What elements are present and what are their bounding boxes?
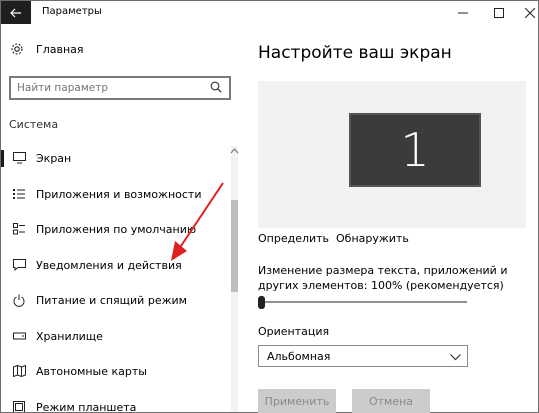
sidebar-home-label: Главная (36, 42, 84, 56)
sidebar-home[interactable]: Главная (10, 42, 84, 56)
monitor-number: 1 (400, 123, 430, 177)
sidebar-item-label: Приложения по умолчанию (36, 223, 197, 236)
storage-icon (12, 329, 26, 343)
orientation-select[interactable]: Альбомная (258, 345, 468, 367)
display-arrangement-area[interactable]: 1 (258, 81, 526, 228)
maximize-icon (494, 7, 504, 18)
sidebar-item-label: Автономные карты (36, 365, 147, 378)
window-title: Параметры (42, 6, 102, 17)
sidebar-item-label: Уведомления и действия (36, 259, 182, 272)
title-bar: Параметры (1, 1, 538, 24)
back-button[interactable] (1, 1, 31, 24)
sidebar-item-notifications[interactable]: Уведомления и действия (1, 255, 229, 277)
orientation-value: Альбомная (267, 350, 331, 363)
search-box[interactable] (9, 76, 231, 100)
gear-icon (11, 43, 23, 55)
power-icon (12, 293, 26, 307)
offline-maps-icon (12, 364, 26, 378)
search-input[interactable] (11, 78, 201, 98)
scale-slider-thumb[interactable] (258, 296, 265, 309)
scale-label: Изменение размера текста, приложений и д… (258, 264, 508, 292)
sidebar-item-power[interactable]: Питание и спящий режим (1, 290, 229, 312)
monitor-icon (12, 151, 26, 165)
sidebar-item-default-apps[interactable]: Приложения по умолчанию (1, 219, 229, 241)
sidebar-item-label: Режим планшета (36, 401, 137, 412)
selection-indicator (1, 150, 4, 167)
sidebar-item-apps[interactable]: Приложения и возможности (1, 184, 229, 206)
minimize-icon (458, 12, 468, 13)
main-content: Настройте ваш экран 1 Определить Обнаруж… (241, 24, 538, 413)
monitor-tile[interactable]: 1 (349, 113, 481, 187)
scroll-up-icon[interactable] (230, 145, 239, 154)
sidebar-item-storage[interactable]: Хранилище (1, 326, 229, 348)
close-button[interactable] (513, 1, 539, 24)
orientation-label: Ориентация (258, 325, 330, 338)
sidebar-item-tablet-mode[interactable]: Режим планшета (1, 397, 229, 412)
chevron-down-icon (450, 351, 461, 364)
maximize-button[interactable] (482, 1, 516, 24)
sidebar-item-label: Хранилище (36, 330, 103, 343)
default-apps-icon (12, 222, 26, 236)
sidebar-item-label: Питание и спящий режим (36, 294, 187, 307)
sidebar-item-label: Приложения и возможности (36, 188, 202, 201)
minimize-button[interactable] (446, 1, 480, 24)
close-icon (525, 7, 535, 18)
scale-slider-track[interactable] (263, 301, 467, 303)
page-title: Настройте ваш экран (258, 43, 452, 63)
detect-link[interactable]: Обнаружить (336, 232, 409, 245)
notifications-icon (12, 258, 26, 272)
identify-link[interactable]: Определить (258, 232, 329, 245)
sidebar-item-label: Экран (36, 152, 72, 165)
apps-list-icon (12, 187, 26, 201)
apply-button[interactable]: Применить (258, 389, 336, 413)
section-title: Система (9, 118, 59, 131)
tablet-mode-icon (12, 400, 26, 412)
search-icon[interactable] (210, 81, 222, 96)
sidebar-item-offline-maps[interactable]: Автономные карты (1, 361, 229, 383)
sidebar-scrollbar-thumb[interactable] (231, 200, 238, 292)
sidebar-item-display[interactable]: Экран (1, 148, 229, 170)
cancel-button[interactable]: Отмена (352, 389, 430, 413)
back-arrow-icon (10, 8, 21, 17)
settings-window: Параметры Главная Система (0, 0, 539, 413)
sidebar: Главная Система Экран Приложения и возмо… (1, 24, 241, 412)
